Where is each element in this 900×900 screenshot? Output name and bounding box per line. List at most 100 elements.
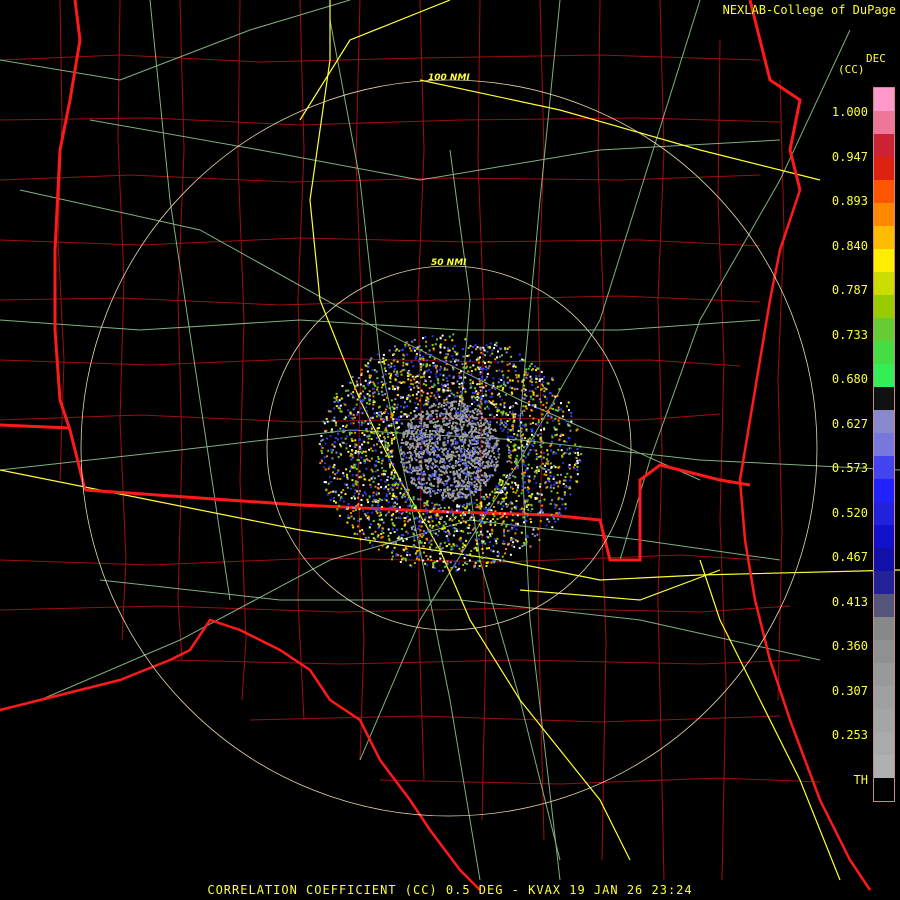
echo-pixel bbox=[568, 409, 570, 412]
echo-pixel bbox=[419, 519, 422, 522]
echo-pixel bbox=[388, 424, 391, 427]
echo-pixel bbox=[360, 504, 363, 506]
echo-pixel bbox=[487, 367, 490, 370]
echo-pixel bbox=[439, 548, 442, 550]
echo-pixel bbox=[410, 382, 413, 385]
echo-pixel bbox=[467, 451, 470, 454]
echo-pixel bbox=[495, 461, 498, 464]
echo-pixel bbox=[493, 403, 496, 406]
echo-pixel bbox=[535, 469, 538, 472]
echo-pixel bbox=[405, 440, 408, 443]
echo-pixel bbox=[543, 376, 546, 379]
echo-pixel bbox=[447, 450, 449, 453]
echo-pixel bbox=[509, 539, 512, 542]
echo-pixel bbox=[346, 486, 349, 489]
echo-pixel bbox=[384, 441, 387, 444]
echo-pixel bbox=[529, 510, 532, 513]
echo-pixel bbox=[367, 441, 370, 444]
echo-pixel bbox=[422, 358, 425, 361]
echo-pixel bbox=[392, 542, 395, 544]
echo-pixel bbox=[535, 381, 538, 384]
echo-pixel bbox=[576, 480, 579, 483]
echo-pixel bbox=[367, 536, 370, 539]
echo-pixel bbox=[424, 424, 427, 426]
echo-pixel bbox=[478, 405, 481, 408]
scale-tick-label: 0.893 bbox=[831, 194, 868, 208]
echo-pixel bbox=[450, 424, 453, 427]
echo-pixel bbox=[434, 444, 437, 447]
echo-pixel bbox=[437, 507, 440, 510]
echo-pixel bbox=[450, 431, 453, 434]
echo-pixel bbox=[406, 353, 408, 356]
echo-pixel bbox=[478, 428, 481, 431]
echo-pixel bbox=[329, 435, 332, 437]
echo-pixel bbox=[436, 560, 439, 563]
echo-pixel bbox=[475, 472, 478, 475]
echo-pixel bbox=[451, 493, 454, 496]
echo-pixel bbox=[557, 406, 560, 409]
echo-pixel bbox=[428, 529, 431, 532]
echo-pixel bbox=[396, 478, 399, 481]
echo-pixel bbox=[427, 444, 430, 447]
echo-pixel bbox=[486, 432, 488, 435]
echo-pixel bbox=[404, 490, 407, 493]
echo-pixel bbox=[537, 421, 540, 424]
echo-pixel bbox=[415, 466, 418, 469]
echo-pixel bbox=[429, 546, 432, 549]
echo-pixel bbox=[358, 445, 361, 448]
echo-pixel bbox=[521, 358, 524, 361]
echo-pixel bbox=[483, 407, 486, 410]
echo-pixel bbox=[492, 513, 495, 516]
echo-pixel bbox=[382, 357, 385, 360]
echo-pixel bbox=[384, 408, 387, 411]
echo-pixel bbox=[451, 408, 453, 410]
echo-pixel bbox=[477, 479, 480, 482]
echo-pixel bbox=[502, 380, 505, 383]
echo-pixel bbox=[530, 496, 533, 499]
echo-pixel bbox=[503, 542, 506, 545]
echo-pixel bbox=[564, 479, 567, 482]
echo-pixel bbox=[455, 470, 458, 473]
echo-pixel bbox=[433, 537, 435, 540]
echo-pixel bbox=[419, 552, 422, 555]
echo-pixel bbox=[387, 534, 390, 537]
echo-pixel bbox=[511, 379, 514, 382]
echo-pixel bbox=[429, 492, 432, 495]
echo-pixel bbox=[534, 496, 537, 499]
echo-pixel bbox=[488, 541, 491, 544]
echo-pixel bbox=[501, 555, 504, 558]
echo-pixel bbox=[335, 397, 338, 400]
echo-pixel bbox=[437, 393, 440, 396]
echo-pixel bbox=[471, 472, 474, 475]
echo-pixel bbox=[425, 340, 428, 343]
echo-pixel bbox=[419, 357, 422, 360]
echo-pixel bbox=[545, 401, 548, 404]
echo-pixel bbox=[481, 462, 484, 465]
echo-pixel bbox=[363, 433, 366, 436]
echo-pixel bbox=[427, 415, 430, 418]
echo-pixel bbox=[384, 514, 387, 517]
echo-pixel bbox=[484, 418, 487, 421]
echo-pixel bbox=[542, 452, 545, 455]
echo-pixel bbox=[387, 483, 390, 486]
echo-pixel bbox=[413, 479, 416, 482]
echo-pixel bbox=[364, 493, 367, 496]
echo-pixel bbox=[473, 480, 476, 483]
scale-swatch bbox=[874, 111, 894, 134]
echo-pixel bbox=[366, 402, 368, 405]
echo-pixel bbox=[419, 450, 422, 453]
echo-pixel bbox=[388, 407, 391, 410]
echo-pixel bbox=[484, 432, 486, 435]
echo-pixel bbox=[494, 358, 497, 361]
echo-pixel bbox=[470, 516, 473, 519]
echo-pixel bbox=[520, 440, 523, 443]
echo-pixel bbox=[446, 537, 449, 540]
echo-pixel bbox=[406, 532, 409, 535]
echo-pixel bbox=[452, 470, 455, 473]
echo-pixel bbox=[365, 365, 368, 368]
echo-pixel bbox=[491, 490, 494, 493]
echo-pixel bbox=[487, 536, 490, 539]
echo-pixel bbox=[355, 403, 358, 406]
echo-pixel bbox=[387, 442, 390, 445]
echo-pixel bbox=[359, 383, 362, 386]
